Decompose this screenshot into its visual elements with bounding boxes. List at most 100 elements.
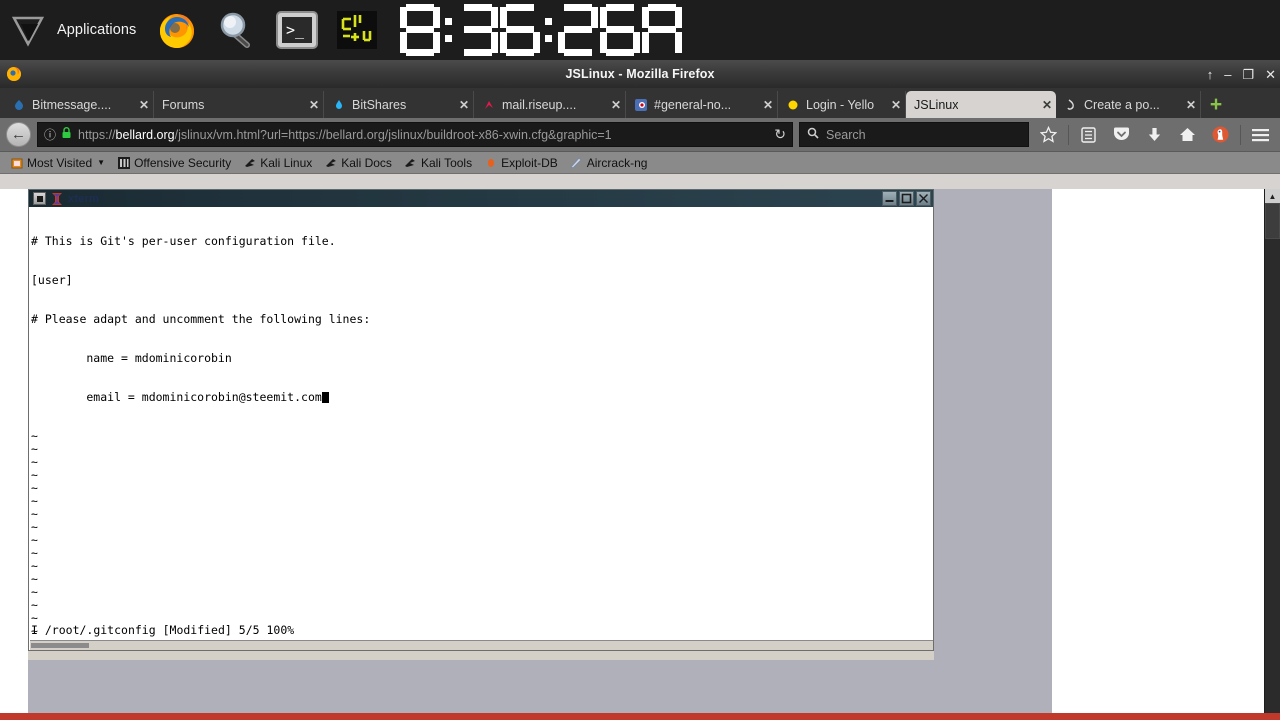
pocket-button[interactable] — [1108, 121, 1135, 148]
url-text[interactable]: https://bellard.org/jslinux/vm.html?url=… — [78, 128, 762, 142]
terminal-line-text: email = mdominicorobin@steemit.com — [31, 390, 322, 404]
info-circle-icon[interactable]: ⓘ — [44, 126, 56, 143]
search-bar[interactable]: Search — [799, 122, 1029, 147]
magnifier-icon — [221, 12, 251, 48]
content-viewport: xterm # This is Git's per-user configura… — [0, 189, 1280, 720]
tab-label: Bitmessage.... — [32, 97, 112, 112]
applications-menu[interactable]: Applications — [0, 10, 136, 50]
downloads-button[interactable] — [1141, 121, 1168, 148]
tab-close-button[interactable]: ✕ — [299, 98, 319, 112]
bookmark-most-visited[interactable]: Most Visited ▼ — [4, 153, 111, 173]
bookmark-kali-docs[interactable]: Kali Docs — [318, 153, 398, 173]
terminal-line-with-cursor: email = mdominicorobin@steemit.com — [31, 391, 933, 404]
bookmark-offensive-security[interactable]: Offensive Security — [111, 153, 237, 173]
bookmark-label: Most Visited — [27, 155, 93, 170]
site-identity[interactable]: ⓘ — [44, 126, 72, 143]
terminal-tilde-line: ~ — [31, 559, 38, 573]
new-tab-button[interactable]: + — [1203, 91, 1229, 118]
xterm-icon — [50, 192, 64, 206]
search-launcher[interactable] — [210, 3, 264, 57]
toolbar-separator — [1068, 124, 1069, 145]
menu-button[interactable] — [1247, 121, 1274, 148]
bookmark-label: Kali Linux — [260, 155, 313, 170]
terminal-prompt-icon: >_ — [276, 11, 319, 49]
tab-bitshares[interactable]: BitShares ✕ — [324, 91, 474, 118]
padlock-icon[interactable] — [61, 127, 72, 142]
search-placeholder: Search — [826, 127, 866, 142]
home-button[interactable] — [1174, 121, 1201, 148]
tab-general-notifications[interactable]: #general-no... ✕ — [626, 91, 778, 118]
minimize-button[interactable]: – — [1224, 68, 1231, 81]
exploit-db-icon — [484, 156, 497, 169]
window-menu-button[interactable] — [33, 192, 46, 205]
tab-close-button[interactable]: ✕ — [881, 98, 901, 112]
jslinux-vm-canvas[interactable]: xterm # This is Git's per-user configura… — [28, 189, 1052, 720]
scroll-up-button[interactable]: ▲ — [1265, 189, 1280, 203]
search-icon — [807, 127, 819, 142]
tab-create-a-post[interactable]: Create a po... ✕ — [1056, 91, 1201, 118]
scrollbar-thumb[interactable] — [1265, 203, 1280, 239]
reload-button[interactable]: ↻ — [768, 126, 786, 143]
terminal-line: # This is Git's per-user configuration f… — [31, 234, 336, 248]
panel-launchers: >_ — [150, 3, 384, 57]
triangle-down-icon[interactable] — [8, 10, 48, 50]
tab-login-yellow[interactable]: Login - Yello... ✕ — [778, 91, 906, 118]
scrollbar-thumb[interactable] — [31, 643, 89, 648]
toolbar-separator — [1240, 124, 1241, 145]
close-button[interactable] — [916, 191, 931, 206]
tab-bitmessage[interactable]: Bitmessage.... ✕ — [4, 91, 154, 118]
url-bar[interactable]: ⓘ https://bellard.org/jslinux/vm.html?ur… — [37, 122, 793, 147]
clock-colon-2 — [542, 4, 556, 56]
minimize-button[interactable] — [882, 191, 897, 206]
browser-titlebar: JSLinux - Mozilla Firefox ↑ – ❐ ✕ — [0, 60, 1280, 88]
tab-label: Login - Yello... — [806, 97, 875, 112]
terminal-tilde-line: ~ — [31, 598, 38, 612]
tab-jslinux[interactable]: JSLinux ✕ — [906, 91, 1056, 118]
chevron-down-icon[interactable]: ▼ — [97, 158, 105, 167]
terminal-tilde-line: ~ — [31, 442, 38, 456]
svg-text:>_: >_ — [286, 21, 305, 39]
calculator-icon — [337, 11, 378, 49]
shade-button[interactable]: ↑ — [1207, 68, 1214, 81]
kali-dragon-icon — [404, 156, 417, 169]
aircrack-icon — [570, 156, 583, 169]
firefox-launcher[interactable] — [150, 3, 204, 57]
tab-close-button[interactable]: ✕ — [1176, 98, 1196, 112]
tab-close-button[interactable]: ✕ — [601, 98, 621, 112]
status-position: 5/5 — [238, 623, 260, 637]
terminal-launcher[interactable]: >_ — [270, 3, 324, 57]
browser-window-buttons: ↑ – ❐ ✕ — [1207, 60, 1276, 88]
terminal-tilde-line: ~ — [31, 533, 38, 547]
back-button[interactable]: ← — [6, 122, 31, 147]
library-button[interactable] — [1075, 121, 1102, 148]
maximize-button[interactable] — [899, 191, 914, 206]
tab-mail-riseup[interactable]: mail.riseup.... ✕ — [474, 91, 626, 118]
tab-label: #general-no... — [654, 97, 732, 112]
bookmark-star-button[interactable] — [1035, 121, 1062, 148]
bookmark-label: Offensive Security — [134, 155, 232, 170]
tab-close-button[interactable]: ✕ — [449, 98, 469, 112]
tab-close-button[interactable]: ✕ — [129, 98, 149, 112]
status-modified: [Modified] — [162, 623, 232, 637]
bitmessage-icon — [12, 98, 26, 112]
calculator-launcher[interactable] — [330, 3, 384, 57]
bookmark-kali-linux[interactable]: Kali Linux — [237, 153, 318, 173]
bookmark-aircrack-ng[interactable]: Aircrack-ng — [564, 153, 654, 173]
duckduckgo-button[interactable] — [1207, 121, 1234, 148]
bookmark-exploit-db[interactable]: Exploit-DB — [478, 153, 564, 173]
tab-close-button[interactable]: ✕ — [753, 98, 773, 112]
xterm-text-content: # This is Git's per-user configuration f… — [29, 207, 933, 651]
most-visited-icon — [10, 156, 23, 169]
tab-label: JSLinux — [914, 97, 959, 112]
tab-close-button[interactable]: ✕ — [1032, 98, 1052, 112]
restore-button[interactable]: ❐ — [1242, 68, 1254, 81]
bookmark-kali-tools[interactable]: Kali Tools — [398, 153, 478, 173]
xterm-horizontal-scrollbar[interactable] — [30, 640, 933, 650]
terminal-tilde-line: ~ — [31, 546, 38, 560]
close-button[interactable]: ✕ — [1265, 68, 1276, 81]
yellow-dot-icon — [786, 98, 800, 112]
xterm-titlebar[interactable]: xterm — [28, 189, 934, 207]
tab-forums[interactable]: Forums ✕ — [154, 91, 324, 118]
page-scrollbar[interactable]: ▲ — [1264, 189, 1280, 720]
xterm-body[interactable]: # This is Git's per-user configuration f… — [28, 207, 934, 651]
